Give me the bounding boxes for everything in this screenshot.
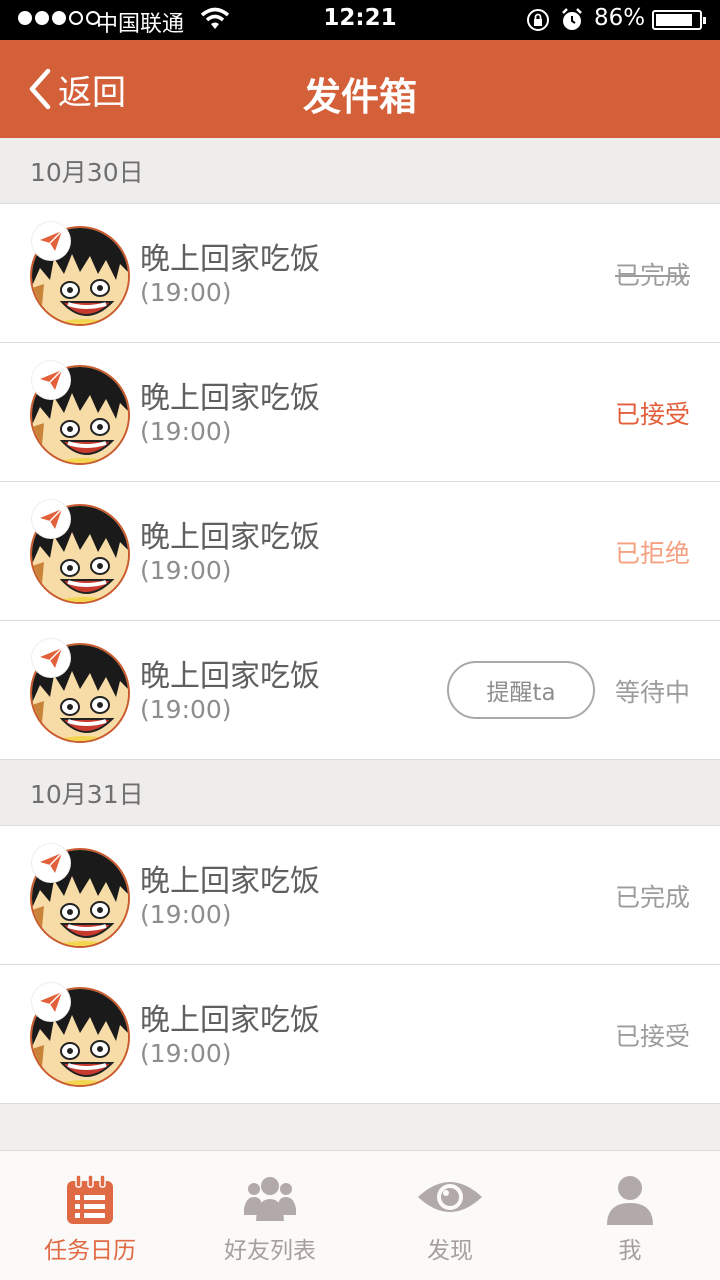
status-label: 已完成: [614, 883, 690, 912]
friends-group-icon: [244, 1177, 296, 1221]
calendar-list-icon: [67, 1175, 113, 1224]
status-bar: 中国联通 12:21 86%: [0, 0, 720, 40]
tab-label: 好友列表: [224, 1238, 316, 1264]
task-title: 晚上回家吃饭: [140, 520, 320, 555]
status-label: 已完成: [614, 261, 690, 290]
task-title: 晚上回家吃饭: [140, 242, 320, 277]
remind-button[interactable]: 提醒ta: [447, 661, 595, 719]
task-row[interactable]: 晚上回家吃饭 (19:00) 已拒绝: [0, 482, 720, 621]
avatar: [30, 844, 130, 948]
tab-discover[interactable]: 发现: [360, 1151, 540, 1280]
alarm-icon: [562, 8, 582, 30]
task-time: (19:00): [140, 417, 232, 446]
avatar: [30, 361, 130, 465]
status-label: 已接受: [614, 1022, 690, 1051]
task-time: (19:00): [140, 1039, 232, 1068]
task-time: (19:00): [140, 695, 232, 724]
person-icon: [607, 1176, 653, 1225]
battery-icon: [652, 10, 706, 30]
avatar: [30, 222, 130, 326]
tab-label: 发现: [427, 1238, 473, 1264]
section-date-header: 10月31日: [0, 760, 720, 826]
paper-plane-icon: [32, 361, 70, 399]
paper-plane-icon: [32, 983, 70, 1021]
outbox-list: 10月30日 晚上回家吃饭 (19:00) 已完成 晚上回家吃饭 (19:00)…: [0, 138, 720, 1104]
nav-bar: 返回 发件箱: [0, 40, 720, 138]
task-time: (19:00): [140, 900, 232, 929]
paper-plane-icon: [32, 222, 70, 260]
tab-label: 任务日历: [44, 1238, 136, 1264]
task-row[interactable]: 晚上回家吃饭 (19:00) 等待中 提醒ta: [0, 621, 720, 760]
status-label: 已拒绝: [614, 539, 690, 568]
tab-friends[interactable]: 好友列表: [180, 1151, 360, 1280]
status-label: 已接受: [614, 400, 690, 429]
task-title: 晚上回家吃饭: [140, 1003, 320, 1038]
tab-me[interactable]: 我: [540, 1151, 720, 1280]
task-row[interactable]: 晚上回家吃饭 (19:00) 已接受: [0, 343, 720, 482]
rotation-lock-icon: [527, 9, 549, 31]
task-title: 晚上回家吃饭: [140, 864, 320, 899]
battery-percentage: 86%: [594, 5, 646, 31]
task-row[interactable]: 晚上回家吃饭 (19:00) 已完成: [0, 826, 720, 965]
task-time: (19:00): [140, 278, 232, 307]
avatar: [30, 639, 130, 743]
paper-plane-icon: [32, 639, 70, 677]
status-label: 等待中: [614, 678, 690, 707]
task-title: 晚上回家吃饭: [140, 381, 320, 416]
eye-icon: [418, 1182, 482, 1212]
task-time: (19:00): [140, 556, 232, 585]
avatar: [30, 983, 130, 1087]
paper-plane-icon: [32, 844, 70, 882]
paper-plane-icon: [32, 500, 70, 538]
page-title: 发件箱: [302, 75, 417, 119]
tab-bar: 任务日历 好友列表 发现 我: [0, 1150, 720, 1280]
tab-label: 我: [618, 1238, 642, 1264]
task-row[interactable]: 晚上回家吃饭 (19:00) 已接受: [0, 965, 720, 1104]
section-date-header: 10月30日: [0, 138, 720, 204]
task-title: 晚上回家吃饭: [140, 659, 320, 694]
task-row[interactable]: 晚上回家吃饭 (19:00) 已完成: [0, 204, 720, 343]
tab-task-calendar[interactable]: 任务日历: [0, 1151, 180, 1280]
avatar: [30, 500, 130, 604]
